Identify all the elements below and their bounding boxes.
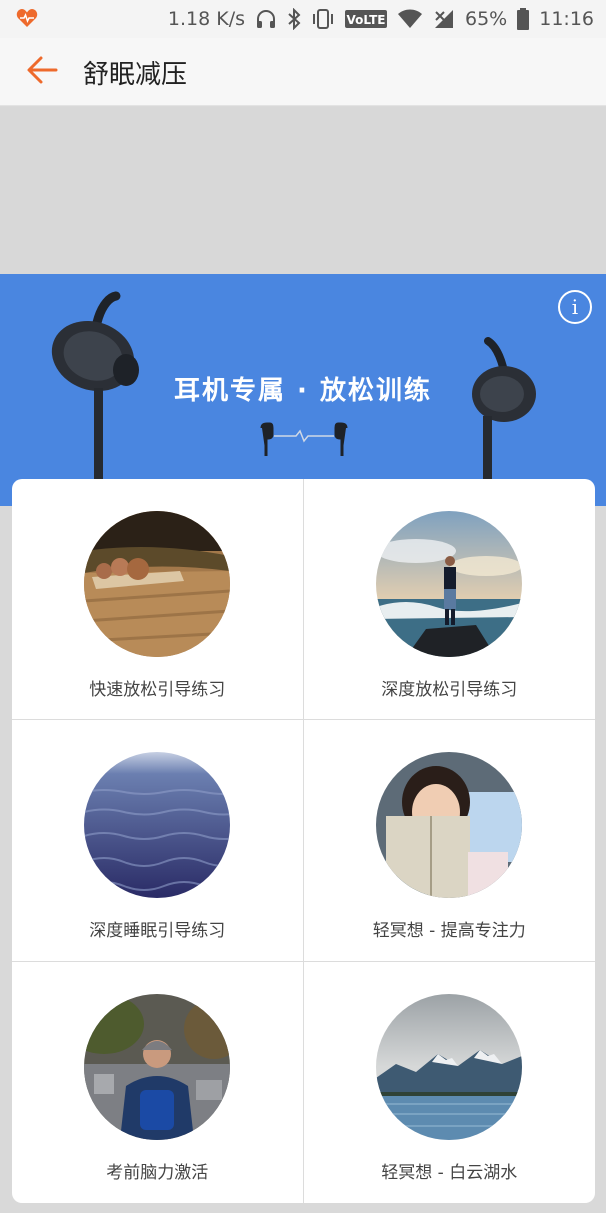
card-cloud-lake[interactable]: 轻冥想 - 白云湖水 — [304, 962, 596, 1203]
cell-signal-icon — [433, 9, 455, 29]
card-quick-relax[interactable]: 快速放松引导练习 — [12, 479, 304, 720]
card-label: 考前脑力激活 — [106, 1163, 209, 1183]
card-label: 深度睡眠引导练习 — [89, 921, 226, 941]
card-deep-sleep[interactable]: 深度睡眠引导练习 — [12, 720, 304, 962]
battery-percent: 65% — [465, 8, 508, 30]
page-title: 舒眠减压 — [83, 60, 188, 90]
card-label: 快速放松引导练习 — [89, 680, 226, 700]
card-focus-meditation[interactable]: 轻冥想 - 提高专注力 — [303, 720, 595, 962]
banner-title: 耳机专属 · 放松训练 — [174, 376, 432, 406]
earbud-pair-icon — [258, 422, 350, 462]
headphones-icon — [255, 8, 277, 30]
health-heart-icon — [16, 8, 38, 32]
card-label: 轻冥想 - 提高专注力 — [372, 921, 526, 941]
volte-label: VoLTE — [347, 13, 386, 27]
status-indicators: 1.18 K/s VoLTE 65% 11:16 — [168, 0, 594, 38]
card-thumbnail — [376, 752, 523, 898]
network-speed: 1.18 K/s — [167, 8, 245, 30]
card-thumbnail — [84, 752, 231, 898]
info-button[interactable]: i — [558, 290, 592, 324]
clock: 11:16 — [539, 8, 594, 30]
training-grid: 快速放松引导练习 深度放松引导练习 深度睡眠引导练习 轻冥想 - 提高专注力 考… — [12, 479, 595, 1203]
card-thumbnail — [84, 994, 231, 1140]
card-label: 深度放松引导练习 — [381, 680, 518, 700]
card-deep-relax[interactable]: 深度放松引导练习 — [303, 479, 595, 720]
vibrate-icon — [311, 8, 335, 30]
back-button[interactable] — [24, 52, 60, 88]
battery-icon — [517, 8, 530, 30]
card-label: 轻冥想 - 白云湖水 — [381, 1163, 518, 1183]
card-exam-brain[interactable]: 考前脑力激活 — [12, 962, 304, 1203]
wifi-icon — [397, 9, 423, 29]
status-bar: 1.18 K/s VoLTE 65% 11:16 — [0, 0, 606, 38]
content-placeholder — [0, 107, 606, 274]
promo-banner[interactable]: 耳机专属 · 放松训练 i — [0, 274, 606, 506]
card-thumbnail — [376, 511, 523, 657]
volte-icon: VoLTE — [345, 9, 387, 29]
bluetooth-icon — [287, 8, 301, 30]
app-bar: 舒眠减压 — [0, 38, 606, 106]
arrow-left-icon — [27, 56, 58, 84]
card-thumbnail — [376, 994, 523, 1140]
card-thumbnail — [84, 511, 231, 657]
